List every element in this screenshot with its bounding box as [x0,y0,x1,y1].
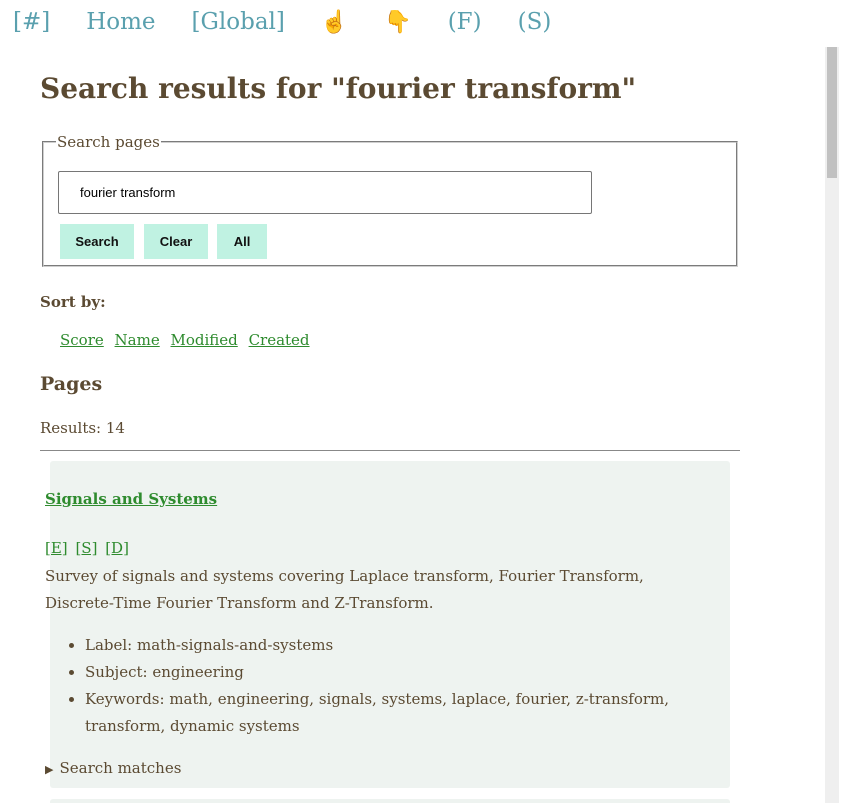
sort-modified-link[interactable]: Modified [171,331,238,349]
results-count: Results: 14 [40,419,125,437]
result-label: Label: math-signals-and-systems [85,632,705,659]
sort-score-link[interactable]: Score [60,331,104,349]
result-title-link[interactable]: Signals and Systems [45,490,217,508]
nav-home-link[interactable]: Home [86,9,155,35]
all-button[interactable]: All [217,224,267,259]
result-title: Signals and Systems [45,490,217,508]
nav-hash-link[interactable]: [#] [13,9,50,35]
search-legend: Search pages [57,133,160,151]
result-card [50,799,730,803]
nav-s-link[interactable]: (S) [518,9,552,35]
sort-options: Score Name Modified Created [60,331,316,349]
vertical-scrollbar[interactable] [825,47,839,803]
search-form: Search pages Search Clear All [42,133,738,267]
result-subject: Subject: engineering [85,659,705,686]
divider [40,450,740,451]
search-matches-toggle[interactable]: ▶ Search matches [45,759,181,777]
disclosure-triangle-icon: ▶ [45,763,54,776]
sort-created-link[interactable]: Created [249,331,310,349]
result-metadata-list: Label: math-signals-and-systems Subject:… [45,632,705,740]
search-input[interactable] [58,171,592,214]
nav-global-link[interactable]: [Global] [192,9,285,35]
result-edit-link[interactable]: [E] [45,539,68,557]
page-title: Search results for "fourier transform" [40,72,637,105]
result-details-link[interactable]: [D] [105,539,129,557]
result-description: Survey of signals and systems covering L… [45,567,644,612]
search-matches-label: Search matches [59,759,182,777]
pages-heading: Pages [40,373,103,395]
nav-f-link[interactable]: (F) [448,9,482,35]
sort-label: Sort by: [40,293,106,311]
main-scroll-area[interactable]: Search results for "fourier transform" S… [0,47,825,803]
point-down-icon[interactable]: 👇 [384,10,411,35]
result-keywords: Keywords: math, engineering, signals, sy… [85,686,705,740]
result-source-link[interactable]: [S] [75,539,97,557]
point-up-icon[interactable]: ☝ [321,10,348,35]
clear-button[interactable]: Clear [144,224,208,259]
top-navigation: [#] Home [Global] ☝ 👇 (F) (S) [0,0,847,44]
scrollbar-thumb[interactable] [827,47,837,178]
search-button[interactable]: Search [60,224,134,259]
sort-name-link[interactable]: Name [115,331,160,349]
result-action-links: [E] [S] [D] [45,539,132,557]
